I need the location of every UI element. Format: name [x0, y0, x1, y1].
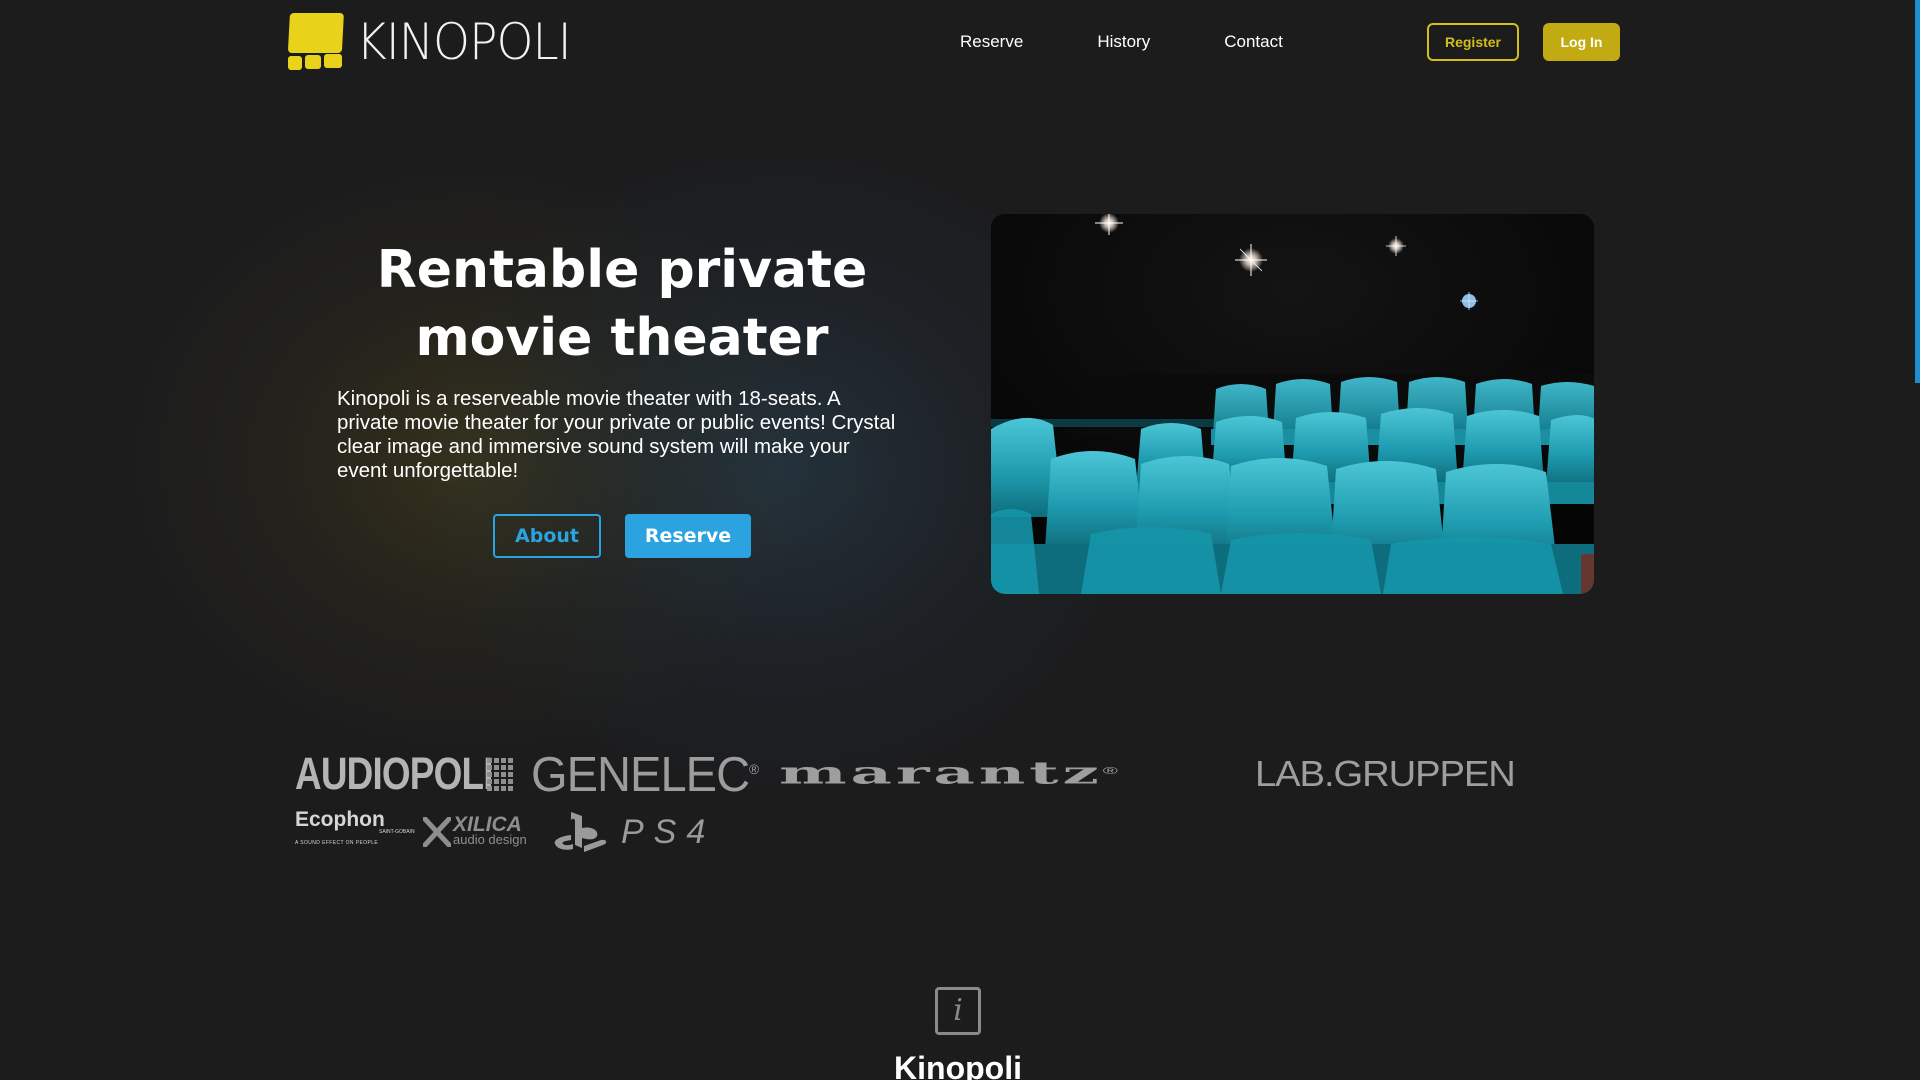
- ecophon-name: Ecophon: [295, 808, 385, 831]
- audiopoli-logo: AUDIOPOLI: [295, 748, 493, 799]
- ps4-logo: PS4: [551, 808, 751, 858]
- xilica-x-icon: [423, 817, 451, 847]
- hero-title: Rentable private movie theater: [376, 240, 868, 368]
- scrollbar-thumb[interactable]: [1915, 0, 1920, 383]
- playstation-icon: [554, 812, 607, 852]
- reserve-button[interactable]: Reserve: [625, 514, 751, 558]
- login-button[interactable]: Log In: [1543, 23, 1620, 61]
- site-header: KINOPOLI Reserve History Contact Registe…: [0, 0, 1914, 84]
- main-nav: Reserve History Contact: [960, 28, 1283, 56]
- kinopoli-logo-icon: [288, 13, 344, 70]
- ecophon-tagline: A SOUND EFFECT ON PEOPLE: [295, 840, 379, 846]
- theater-seats-illustration: [991, 214, 1594, 594]
- nav-item-reserve[interactable]: Reserve: [960, 28, 1023, 56]
- ecophon-logo: Ecophon SAINT-GOBAIN A SOUND EFFECT ON P…: [295, 808, 415, 847]
- xilica-subtitle: audio design: [453, 832, 527, 847]
- info-icon: i: [935, 987, 981, 1035]
- page: KINOPOLI Reserve History Contact Registe…: [0, 0, 1920, 1080]
- hero-theater-image: [991, 214, 1594, 594]
- xilica-logo: XILICA audio design: [423, 814, 533, 850]
- nav-item-contact[interactable]: Contact: [1224, 28, 1283, 56]
- audiopoli-dots-icon: [487, 758, 513, 791]
- hero-description: Kinopoli is a reserveable movie theater …: [337, 387, 896, 482]
- labgruppen-logo: LAB.GRUPPEN: [1255, 753, 1516, 794]
- genelec-name: GENELEC: [531, 748, 750, 802]
- marantz-logo: marantz®: [779, 756, 1122, 789]
- nav-item-history[interactable]: History: [1097, 28, 1150, 56]
- about-button[interactable]: About: [493, 514, 601, 558]
- register-button[interactable]: Register: [1427, 23, 1519, 61]
- marantz-name: marantz: [779, 754, 1103, 791]
- brand-name: KINOPOLI: [356, 13, 572, 71]
- genelec-logo: GENELEC®: [531, 748, 759, 802]
- scrollbar-track[interactable]: [1915, 0, 1920, 1080]
- genelec-registered-mark: ®: [749, 761, 759, 777]
- ecophon-subbrand: SAINT-GOBAIN: [379, 829, 415, 835]
- partner-logos: AUDIOPOLI GENELEC® marantz® LAB.GRUPPEN …: [295, 748, 1595, 858]
- marantz-registered-mark: ®: [1102, 766, 1122, 777]
- brand-logo[interactable]: KINOPOLI: [286, 12, 584, 72]
- info-section-title: Kinopoli: [894, 1050, 1022, 1080]
- ps4-name: PS4: [621, 813, 716, 851]
